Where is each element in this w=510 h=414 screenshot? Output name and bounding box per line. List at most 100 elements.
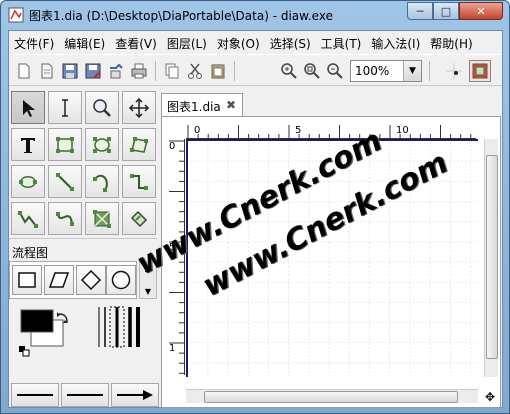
plain-line-icon	[17, 394, 53, 396]
app-window: 图表1.dia (D:\Desktop\DiaPortable\Data) - …	[0, 0, 510, 414]
divider	[9, 238, 157, 239]
scrollbar-thumb[interactable]	[204, 391, 458, 403]
magnify-tool[interactable]	[85, 91, 119, 124]
dia-app-icon	[8, 7, 24, 23]
ruler-label: 5	[295, 125, 301, 136]
ruler-label: 10	[396, 125, 409, 136]
chevron-down-icon[interactable]: ▼	[403, 61, 421, 81]
start-arrow-selector[interactable]	[11, 383, 59, 407]
toolbar: 100% ▼	[9, 54, 502, 86]
arrow-right-icon	[117, 390, 153, 400]
menu-bar: 文件(F) 编辑(E) 查看(V) 图层(L) 对象(O) 选择(S) 工具(T…	[9, 31, 502, 53]
text-tool[interactable]	[11, 128, 45, 161]
diamond-shape[interactable]	[76, 265, 106, 295]
save-icon[interactable]	[59, 60, 81, 82]
print-icon[interactable]	[128, 60, 150, 82]
text-cursor-icon	[62, 98, 68, 117]
sheet-selector[interactable]: 流程图	[12, 244, 48, 261]
zoom-out-icon[interactable]	[324, 60, 346, 82]
guides-icon[interactable]	[469, 60, 491, 82]
horizontal-ruler: 0 5 10	[186, 123, 476, 139]
beziergon-tool[interactable]	[11, 165, 45, 198]
open-icon[interactable]	[36, 60, 58, 82]
horizontal-scrollbar[interactable]	[186, 389, 478, 403]
menu-select[interactable]: 选择(S)	[265, 31, 316, 53]
line-width-selector[interactable]	[93, 305, 149, 355]
scroll-tool[interactable]	[122, 91, 156, 124]
arc-tool[interactable]	[85, 165, 119, 198]
color-selector[interactable]	[17, 308, 77, 358]
window-title: 图表1.dia (D:\Desktop\DiaPortable\Data) - …	[29, 9, 333, 23]
ruler-label: 0	[194, 125, 200, 136]
export-icon[interactable]	[105, 60, 127, 82]
fg-bg-colors-icon	[19, 309, 68, 357]
zoom-combo[interactable]: 100% ▼	[350, 60, 422, 82]
toolbar-separator	[429, 61, 430, 81]
zoom-in-icon[interactable]	[278, 60, 300, 82]
menu-tools[interactable]: 工具(T)	[316, 31, 367, 53]
menu-edit[interactable]: 编辑(E)	[59, 31, 110, 53]
save-as-icon[interactable]	[82, 60, 104, 82]
sheet-shapes	[9, 261, 137, 299]
cut-icon[interactable]	[184, 60, 206, 82]
pointer-icon	[23, 99, 35, 117]
plain-line-icon	[67, 394, 103, 396]
toolbar-separator	[155, 61, 156, 81]
scrollbar-thumb[interactable]	[486, 155, 498, 359]
image-icon	[93, 209, 111, 228]
circle-icon	[111, 270, 131, 290]
pointer-tool[interactable]	[11, 91, 45, 124]
zigzag-tool[interactable]	[122, 165, 156, 198]
ellipse-tool[interactable]	[85, 128, 119, 161]
new-icon[interactable]	[13, 60, 35, 82]
outline-tool[interactable]	[122, 202, 156, 235]
outline-icon	[130, 210, 148, 227]
navigation-icon[interactable]: ✥	[482, 389, 498, 405]
bezier-icon	[56, 211, 74, 226]
minimize-button[interactable]: ─	[407, 2, 433, 20]
menu-view[interactable]: 查看(V)	[110, 31, 162, 53]
magnify-icon	[93, 98, 111, 117]
menu-file[interactable]: 文件(F)	[9, 31, 59, 53]
zigzag-icon	[130, 173, 148, 190]
line-style-selector[interactable]	[61, 383, 109, 407]
line-widths-icon	[98, 306, 140, 348]
title-bar[interactable]: 图表1.dia (D:\Desktop\DiaPortable\Data) - …	[1, 1, 509, 29]
image-tool[interactable]	[85, 202, 119, 235]
vertical-scrollbar[interactable]	[484, 139, 498, 377]
copy-icon[interactable]	[161, 60, 183, 82]
parallelogram-icon	[48, 272, 70, 288]
beziergon-icon	[19, 175, 37, 188]
polygon-icon	[130, 136, 148, 153]
line-icon	[56, 172, 74, 191]
text-icon	[21, 137, 35, 153]
snap-grid-icon[interactable]	[443, 60, 465, 82]
menu-input-method[interactable]: 输入法(I)	[366, 31, 425, 53]
end-arrow-selector[interactable]	[111, 383, 159, 407]
parallelogram-shape[interactable]	[44, 265, 74, 295]
close-button[interactable]: ✕	[459, 2, 503, 20]
text-edit-tool[interactable]	[48, 91, 82, 124]
polyline-icon	[18, 210, 38, 228]
box-tool[interactable]	[48, 128, 82, 161]
zoom-fit-icon[interactable]	[301, 60, 323, 82]
scroll-down-arrow[interactable]: ▼	[145, 287, 151, 296]
close-icon[interactable]: ✖	[226, 98, 236, 112]
line-tool[interactable]	[48, 165, 82, 198]
circle-shape[interactable]	[106, 265, 136, 295]
polygon-tool[interactable]	[122, 128, 156, 161]
menu-layers[interactable]: 图层(L)	[162, 31, 212, 53]
toolbar-separator	[234, 61, 235, 81]
rectangle-shape[interactable]	[12, 265, 42, 295]
arc-icon	[93, 174, 108, 192]
bezier-tool[interactable]	[48, 202, 82, 235]
maximize-button[interactable]: □	[433, 2, 459, 20]
zoom-value: 100%	[355, 64, 390, 78]
tab-diagram[interactable]: 图表1.dia ✖	[161, 93, 243, 117]
move-arrows-icon	[128, 97, 150, 118]
ruler-label: 1	[169, 343, 175, 354]
polyline-tool[interactable]	[11, 202, 45, 235]
paste-icon[interactable]	[207, 60, 229, 82]
menu-help[interactable]: 帮助(H)	[425, 31, 477, 53]
menu-objects[interactable]: 对象(O)	[212, 31, 265, 53]
